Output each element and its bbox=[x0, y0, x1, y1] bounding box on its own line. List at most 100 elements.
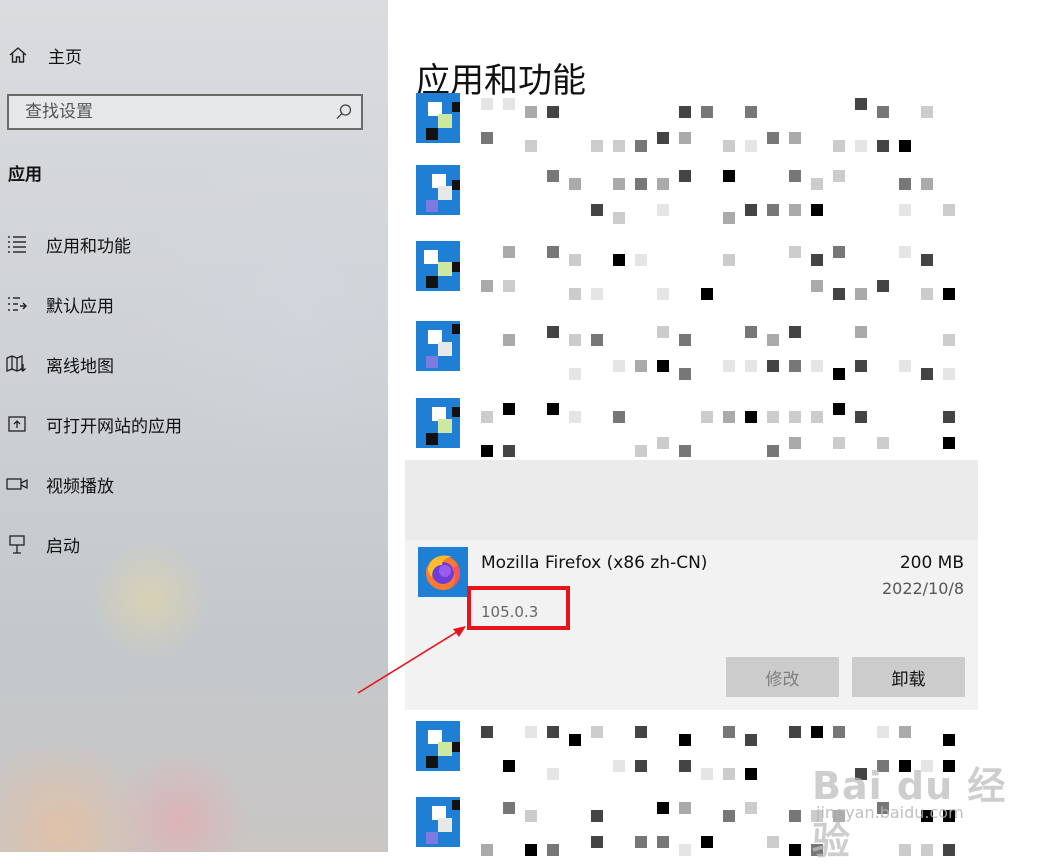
pixelated-text bbox=[943, 437, 955, 449]
pixelated-text bbox=[591, 288, 603, 300]
uninstall-button[interactable]: 卸载 bbox=[852, 657, 965, 697]
home-icon bbox=[8, 45, 28, 65]
pixelated-text bbox=[789, 810, 801, 822]
pixelated-text bbox=[899, 360, 911, 372]
pixelated-text bbox=[745, 734, 757, 746]
pixelated-text bbox=[635, 140, 647, 152]
pixelated-text bbox=[657, 802, 669, 814]
nav-home[interactable]: 主页 bbox=[8, 40, 82, 70]
app-icon bbox=[416, 792, 466, 852]
pixelated-text bbox=[591, 726, 603, 738]
pixelated-text bbox=[613, 760, 625, 772]
pixelated-text bbox=[833, 437, 845, 449]
sidebar-item-video-playback[interactable]: 视频播放 bbox=[0, 454, 388, 514]
pixelated-text bbox=[591, 836, 603, 848]
pixelated-text bbox=[789, 246, 801, 258]
sidebar-item-label: 视频播放 bbox=[46, 476, 114, 497]
settings-sidebar: 主页 应用 应用和功能 默认应用 离线地图 bbox=[0, 0, 388, 852]
sidebar-item-startup[interactable]: 启动 bbox=[0, 514, 388, 574]
settings-search[interactable] bbox=[7, 94, 363, 130]
pixelated-text bbox=[811, 726, 823, 738]
pixelated-text bbox=[943, 734, 955, 746]
pixelated-text bbox=[547, 403, 559, 415]
pixelated-text bbox=[943, 334, 955, 346]
pixelated-text bbox=[921, 368, 933, 380]
pixelated-text bbox=[899, 140, 911, 152]
pixelated-text bbox=[547, 246, 559, 258]
pixelated-text bbox=[525, 726, 537, 738]
pixelated-text bbox=[635, 254, 647, 266]
sidebar-nav: 应用和功能 默认应用 离线地图 可打开网站的应用 视频播放 启动 bbox=[0, 214, 388, 574]
pixelated-text bbox=[921, 288, 933, 300]
pixelated-text bbox=[943, 368, 955, 380]
sidebar-item-label: 可打开网站的应用 bbox=[46, 416, 182, 437]
pixelated-text bbox=[723, 411, 735, 423]
sidebar-item-apps-for-websites[interactable]: 可打开网站的应用 bbox=[0, 394, 388, 454]
pixelated-text bbox=[745, 802, 757, 814]
pixelated-text bbox=[503, 802, 515, 814]
search-input[interactable] bbox=[23, 101, 327, 123]
pixelated-text bbox=[767, 204, 779, 216]
pixelated-text bbox=[833, 288, 845, 300]
pixelated-text bbox=[811, 360, 823, 372]
pixelated-text bbox=[833, 246, 845, 258]
pixelated-text bbox=[943, 288, 955, 300]
firefox-icon bbox=[418, 547, 468, 597]
sidebar-item-label: 离线地图 bbox=[46, 356, 114, 377]
pixelated-text bbox=[569, 254, 581, 266]
pixelated-text bbox=[547, 106, 559, 118]
pixelated-text bbox=[679, 170, 691, 182]
pixelated-text bbox=[679, 802, 691, 814]
pixelated-text bbox=[503, 403, 515, 415]
pixelated-text bbox=[811, 280, 823, 292]
sidebar-item-default-apps[interactable]: 默认应用 bbox=[0, 274, 388, 334]
apps-features-icon bbox=[6, 233, 28, 255]
pixelated-text bbox=[833, 726, 845, 738]
pixelated-text bbox=[657, 178, 669, 190]
pixelated-text bbox=[569, 178, 581, 190]
pixelated-text bbox=[569, 734, 581, 746]
pixelated-text bbox=[811, 411, 823, 423]
startup-icon bbox=[6, 533, 28, 555]
pixelated-text bbox=[855, 411, 867, 423]
pixelated-text bbox=[877, 280, 889, 292]
pixelated-text bbox=[789, 326, 801, 338]
pixelated-text bbox=[591, 140, 603, 152]
pixelated-text bbox=[525, 810, 537, 822]
pixelated-text bbox=[481, 98, 493, 110]
pixelated-text bbox=[657, 326, 669, 338]
pixelated-text bbox=[877, 140, 889, 152]
video-playback-icon bbox=[6, 473, 28, 495]
pixelated-text bbox=[899, 204, 911, 216]
pixelated-text bbox=[635, 445, 647, 457]
pixelated-text bbox=[701, 106, 713, 118]
pixelated-text bbox=[481, 411, 493, 423]
selected-app-panel[interactable]: Mozilla Firefox (x86 zh-CN) 200 MB 2022/… bbox=[405, 460, 978, 710]
pixelated-text bbox=[679, 106, 691, 118]
pixelated-text bbox=[525, 140, 537, 152]
modify-button[interactable]: 修改 bbox=[726, 657, 839, 697]
pixelated-text bbox=[481, 132, 493, 144]
pixelated-text bbox=[877, 437, 889, 449]
search-icon[interactable] bbox=[335, 103, 353, 121]
pixelated-text bbox=[481, 726, 493, 738]
pixelated-text bbox=[613, 140, 625, 152]
sidebar-item-apps-features[interactable]: 应用和功能 bbox=[0, 214, 388, 274]
pixelated-text bbox=[547, 768, 559, 780]
app-size: 200 MB bbox=[899, 553, 964, 573]
pixelated-text bbox=[613, 212, 625, 224]
app-icon bbox=[416, 393, 466, 453]
pixelated-text bbox=[833, 140, 845, 152]
pixelated-text bbox=[723, 170, 735, 182]
sidebar-item-offline-maps[interactable]: 离线地图 bbox=[0, 334, 388, 394]
default-apps-icon bbox=[6, 293, 28, 315]
pixelated-text bbox=[701, 288, 713, 300]
pixelated-text bbox=[723, 254, 735, 266]
pixelated-text bbox=[943, 204, 955, 216]
pixelated-text bbox=[723, 810, 735, 822]
pixelated-text bbox=[745, 140, 757, 152]
list-item[interactable] bbox=[405, 460, 978, 540]
pixelated-text bbox=[723, 360, 735, 372]
pixelated-text bbox=[921, 178, 933, 190]
pixelated-text bbox=[481, 445, 493, 457]
